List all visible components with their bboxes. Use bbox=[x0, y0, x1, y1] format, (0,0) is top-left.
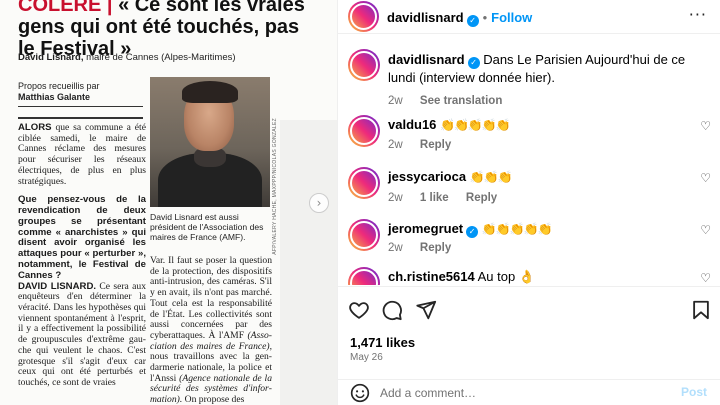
comment-age: 2w bbox=[388, 139, 403, 151]
comments-list[interactable]: davidlisnard ✓ Dans Le Parisien Aujourd'h… bbox=[338, 35, 720, 285]
post-button[interactable]: Post bbox=[681, 385, 707, 399]
caption-meta: 2w See translation bbox=[388, 95, 516, 107]
avatar[interactable] bbox=[348, 1, 379, 32]
reply-button[interactable]: Reply bbox=[466, 192, 497, 204]
comment-text: Au top 👌 bbox=[477, 269, 536, 284]
page-edge bbox=[280, 120, 337, 405]
heart-icon[interactable]: ♡ bbox=[700, 223, 711, 237]
caption-text-block: davidlisnard ✓ Dans Le Parisien Aujourd'h… bbox=[388, 51, 698, 87]
article-column-right: Var. Il faut se poser la question de la … bbox=[150, 255, 272, 405]
interview-question: Que pensez-vous de la revendication de d… bbox=[18, 194, 146, 281]
reply-button[interactable]: Reply bbox=[420, 139, 451, 151]
answer-bold: DAVID LISNARD. bbox=[18, 280, 97, 292]
like-icon[interactable] bbox=[348, 299, 370, 321]
article-image: COLÈRE | « Ce sont les vraies gens qui o… bbox=[0, 0, 337, 405]
heart-icon[interactable]: ♡ bbox=[700, 171, 711, 185]
avatar[interactable] bbox=[348, 49, 380, 81]
comment-meta: 2w Reply bbox=[388, 139, 465, 151]
verified-icon: ✓ bbox=[466, 226, 479, 238]
article-text: On propose des bbox=[184, 394, 245, 405]
interview-credit: Propos recueillis par Matthias Galante bbox=[18, 81, 128, 103]
verified-icon: ✓ bbox=[466, 15, 479, 27]
photo-hair bbox=[182, 81, 238, 103]
comment-username[interactable]: ch.ristine5614 bbox=[388, 269, 475, 284]
article-headline: COLÈRE | « Ce sont les vraies gens qui o… bbox=[18, 0, 318, 60]
comment-age: 2w bbox=[388, 242, 403, 254]
post-date: May 26 bbox=[350, 352, 383, 363]
comment-meta: 2w 1 like Reply bbox=[388, 192, 511, 204]
comment-username[interactable]: jeromegruet bbox=[388, 221, 463, 236]
comment-text: 👏👏👏👏👏 bbox=[440, 118, 511, 132]
article-column-left: ALORS que sa commune a été ciblée samedi… bbox=[18, 122, 146, 389]
post-caption: davidlisnard ✓ Dans Le Parisien Aujourd'h… bbox=[338, 45, 720, 107]
comment-username[interactable]: jessycarioca bbox=[388, 169, 466, 184]
comment-text: 👏👏👏 bbox=[469, 170, 513, 184]
likes-count[interactable]: 1,471 likes bbox=[350, 335, 415, 350]
heart-icon[interactable]: ♡ bbox=[700, 271, 711, 285]
comment-item: jessycarioca 👏👏👏 2w 1 like Reply ♡ bbox=[338, 165, 720, 215]
comment-item: ch.ristine5614 Au top 👌 ♡ bbox=[338, 267, 720, 285]
answer-text: Ce sera aux enquêteurs d'en détermi­ner … bbox=[18, 280, 146, 388]
comment-likes[interactable]: 1 like bbox=[420, 192, 449, 204]
carousel-next-button[interactable]: › bbox=[309, 193, 329, 213]
byline-role: maire de Cannes (Alpes-Maritimes) bbox=[86, 52, 236, 63]
post-panel: davidlisnard ✓ • Follow ··· davidlisnard ✓ D… bbox=[337, 0, 720, 405]
caption-age: 2w bbox=[388, 95, 403, 107]
save-icon[interactable] bbox=[690, 299, 712, 321]
comment-item: valdu16 👏👏👏👏👏 2w Reply ♡ bbox=[338, 113, 720, 163]
reply-button[interactable]: Reply bbox=[420, 242, 451, 254]
propos-label: Propos recueillis par bbox=[18, 81, 100, 91]
avatar[interactable] bbox=[348, 267, 380, 285]
comment-body: valdu16 👏👏👏👏👏 bbox=[388, 116, 698, 134]
header-username[interactable]: davidlisnard bbox=[387, 10, 464, 25]
portrait-photo bbox=[150, 77, 270, 207]
emoji-icon[interactable] bbox=[350, 383, 370, 403]
verified-icon: ✓ bbox=[467, 57, 480, 69]
lead-bold: ALORS bbox=[18, 122, 52, 133]
divider bbox=[18, 106, 143, 107]
post-actions: 1,471 likes May 26 Post bbox=[338, 286, 720, 404]
add-comment-bar: Post bbox=[338, 379, 720, 405]
comment-icon[interactable] bbox=[381, 299, 403, 321]
share-icon[interactable] bbox=[415, 299, 437, 321]
propos-author: Matthias Galante bbox=[18, 92, 91, 102]
comment-meta: 2w Reply bbox=[388, 242, 465, 254]
comment-age: 2w bbox=[388, 192, 403, 204]
byline-name: David Lisnard, bbox=[18, 52, 84, 63]
comment-body: jessycarioca 👏👏👏 bbox=[388, 168, 698, 186]
comment-body: jeromegruet ✓ 👏👏👏👏👏 bbox=[388, 220, 698, 238]
avatar[interactable] bbox=[348, 219, 380, 251]
article-text: Var. Il faut se poser la question de la … bbox=[150, 255, 272, 341]
see-translation-link[interactable]: See translation bbox=[420, 95, 502, 107]
separator-dot: • bbox=[482, 10, 488, 25]
header-user: davidlisnard ✓ • Follow bbox=[387, 9, 532, 27]
caption-username[interactable]: davidlisnard bbox=[388, 52, 465, 67]
comment-item: jeromegruet ✓ 👏👏👏👏👏 2w Reply ♡ bbox=[338, 217, 720, 267]
headline-tag: COLÈRE | bbox=[18, 0, 113, 16]
heart-icon[interactable]: ♡ bbox=[700, 119, 711, 133]
comment-input[interactable] bbox=[380, 384, 660, 402]
follow-button[interactable]: Follow bbox=[491, 10, 532, 25]
comment-body: ch.ristine5614 Au top 👌 bbox=[388, 268, 698, 285]
post-header: davidlisnard ✓ • Follow ··· bbox=[338, 0, 720, 34]
more-options-icon[interactable]: ··· bbox=[689, 7, 707, 23]
divider bbox=[18, 117, 143, 119]
chevron-right-icon: › bbox=[316, 196, 322, 210]
article-byline: David Lisnard, maire de Cannes (Alpes-Ma… bbox=[18, 52, 318, 63]
avatar[interactable] bbox=[348, 115, 380, 147]
comment-username[interactable]: valdu16 bbox=[388, 117, 436, 132]
comment-text: 👏👏👏👏👏 bbox=[481, 222, 553, 236]
avatar[interactable] bbox=[348, 167, 380, 199]
photo-caption: David Lisnard est aussi président de l'A… bbox=[150, 212, 264, 243]
